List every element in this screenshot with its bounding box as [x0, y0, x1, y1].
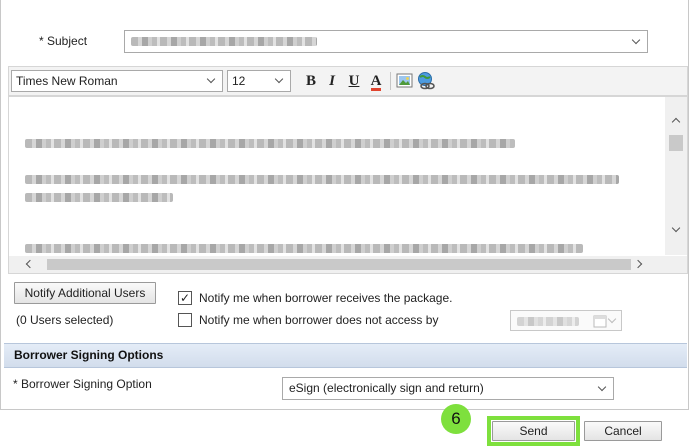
chevron-up-icon	[671, 117, 681, 127]
access-date-field[interactable]	[510, 310, 622, 331]
chevron-right-icon	[633, 259, 643, 269]
access-date-redacted	[517, 317, 579, 326]
chevron-down-icon	[631, 35, 641, 45]
signing-option-select[interactable]: eSign (electronically sign and return)	[282, 377, 614, 400]
notify-receives-checkbox[interactable]: ✓	[178, 291, 192, 305]
subject-dropdown[interactable]	[124, 30, 648, 53]
chevron-down-icon	[274, 74, 284, 84]
message-text-redacted	[25, 193, 173, 202]
underline-button[interactable]: U	[344, 71, 364, 91]
image-icon	[396, 73, 413, 88]
message-text-redacted	[25, 175, 619, 184]
font-family-value: Times New Roman	[16, 74, 118, 88]
horizontal-scroll-thumb[interactable]	[47, 259, 631, 270]
step-badge: 6	[441, 404, 471, 434]
cancel-button[interactable]: Cancel	[584, 421, 662, 441]
font-size-value: 12	[232, 74, 246, 88]
section-title: Borrower Signing Options	[14, 348, 164, 362]
editor-toolbar: Times New Roman 12 B I U A	[8, 66, 688, 96]
font-color-icon: A	[370, 73, 382, 91]
horizontal-scrollbar[interactable]	[9, 256, 687, 273]
message-text-redacted	[25, 244, 583, 253]
vertical-scroll-thumb[interactable]	[669, 135, 683, 151]
users-selected-count: (0 Users selected)	[16, 313, 114, 327]
notify-additional-users-button[interactable]: Notify Additional Users	[14, 282, 156, 304]
globe-link-icon	[418, 72, 435, 90]
toolbar-separator	[390, 72, 391, 90]
font-size-select[interactable]: 12	[227, 70, 291, 92]
chevron-down-icon	[597, 382, 607, 392]
chevron-down-icon	[671, 223, 681, 233]
signing-option-label: * Borrower Signing Option	[13, 377, 152, 391]
chevron-left-icon	[25, 259, 35, 269]
italic-button[interactable]: I	[322, 71, 342, 91]
insert-image-button[interactable]	[396, 72, 414, 90]
subject-value-redacted	[131, 37, 317, 46]
message-editor[interactable]	[8, 96, 688, 274]
vertical-scrollbar[interactable]	[665, 97, 687, 255]
notify-receives-label: Notify me when borrower receives the pac…	[199, 291, 453, 305]
message-text-redacted	[25, 139, 515, 148]
font-family-select[interactable]: Times New Roman	[11, 70, 223, 92]
subject-label: * Subject	[39, 34, 88, 48]
insert-link-button[interactable]	[416, 71, 436, 91]
chevron-down-icon	[607, 314, 617, 324]
font-color-button[interactable]: A	[366, 71, 386, 91]
borrower-signing-options-header: Borrower Signing Options	[4, 343, 687, 368]
bold-button[interactable]: B	[301, 71, 321, 91]
notify-not-access-label: Notify me when borrower does not access …	[199, 313, 439, 327]
chevron-down-icon	[206, 74, 216, 84]
send-button[interactable]: Send	[492, 421, 575, 441]
calendar-icon	[593, 315, 607, 328]
signing-option-value: eSign (electronically sign and return)	[289, 381, 484, 395]
notify-not-access-checkbox[interactable]	[178, 313, 192, 327]
